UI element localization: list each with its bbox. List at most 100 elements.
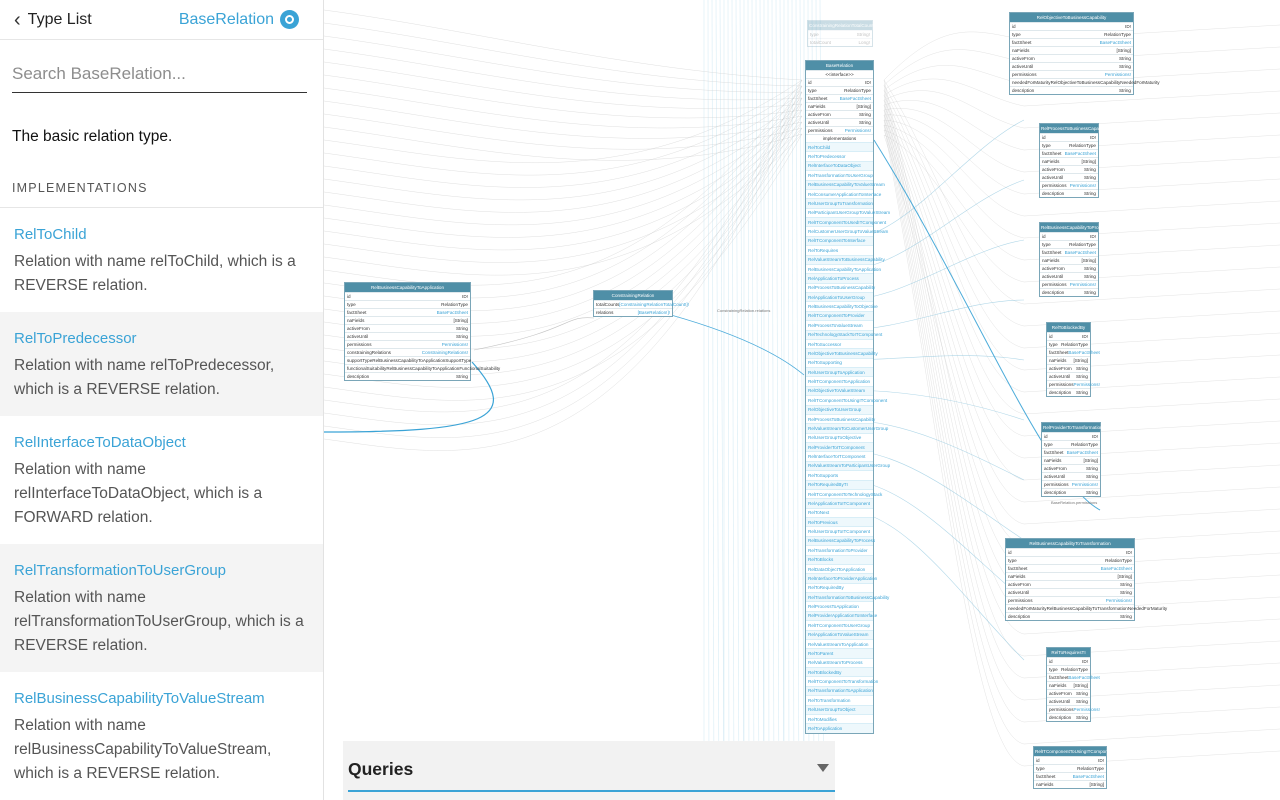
implementation-row[interactable]: RelValueStreamToProcess (806, 657, 873, 667)
implementation-row[interactable]: RelUserGroupToITComponent (806, 526, 873, 535)
implementation-row[interactable]: RelTechnologyStackToITComponent (806, 329, 882, 339)
current-type-breadcrumb[interactable]: BaseRelation (179, 10, 299, 29)
implementation-row[interactable]: RelToSupports (806, 470, 873, 479)
implementation-row[interactable]: RelValueStreamToCustomerUserGroup (806, 423, 888, 433)
implementation-row[interactable]: RelITComponentToUsedITComponent (806, 217, 886, 227)
implementation-row[interactable]: RelTransformationToUserGroup (806, 170, 873, 179)
node-field-row: naFields [String] (1034, 780, 1106, 788)
implementation-link[interactable]: RelBusinessCapabilityToValueStream (14, 690, 311, 707)
implementation-row[interactable]: RelApplicationToUserGroup (806, 292, 873, 302)
implementation-row[interactable]: RelConsumerApplicationToInterface (806, 188, 881, 198)
implementation-row[interactable]: RelDataObjectToApplication (806, 563, 873, 573)
implementation-row[interactable]: RelITComponentToTransformation (806, 676, 878, 685)
implementation-row[interactable]: RelInterfaceToProviderApplication (806, 573, 877, 583)
field-type: String (1085, 474, 1098, 479)
implementation-row[interactable]: RelBusinessCapabilityToProcess (806, 535, 875, 546)
implementation-row[interactable]: RelValueStreamToBusinessCapability (806, 254, 885, 264)
implementation-row[interactable]: RelValueStreamToApplication (806, 638, 873, 648)
implementation-link[interactable]: RelToPredecessor (14, 330, 311, 347)
implementation-row[interactable]: RelToPrevious (806, 517, 873, 527)
implementation-row[interactable]: RelParticipantUserGroupToValueStream (806, 207, 890, 217)
implementation-row[interactable]: RelToModifies (806, 713, 873, 723)
implementation-row[interactable]: RelBusinessCapabilityToApplication (806, 263, 881, 273)
schema-graph-canvas[interactable]: BaseRelation <<interface>> id ID! type Relati… (324, 0, 1280, 800)
implementation-link[interactable]: RelToChild (14, 226, 311, 243)
constraining-relation-node[interactable]: ConstrainingRelation totalCounts [Constrai… (593, 290, 689, 317)
back-to-type-list-link[interactable]: ‹ Type List (14, 10, 92, 30)
implementation-row[interactable]: RelBusinessCapabilityToValueStream (806, 179, 885, 189)
implementation-row[interactable]: RelApplicationToProcess (806, 273, 873, 283)
implementation-row[interactable]: RelToNext (806, 507, 873, 517)
implementation-row[interactable]: RelProviderApplicationToInterface (806, 610, 877, 621)
implementation-row[interactable]: RelToApplication (806, 723, 873, 733)
right-relation-node[interactable]: RelToBlockedBy id ID! type RelationType factS… (1046, 322, 1100, 397)
implementation-row[interactable]: RelToBlocks (806, 554, 873, 564)
base-relation-node[interactable]: BaseRelation <<interface>> id ID! type Relati… (805, 60, 890, 734)
implementation-row[interactable]: RelUserGroupToTransformation (806, 198, 873, 208)
field-type: String (1075, 691, 1088, 696)
right-relation-node[interactable]: RelToRequiresTI id ID! type RelationType fact… (1046, 647, 1100, 722)
edge-line (324, 61, 803, 109)
caret-down-icon[interactable] (817, 764, 829, 772)
implementation-row[interactable]: RelBusinessCapabilityToObjective (806, 301, 878, 310)
right-relation-node[interactable]: RelBusinessCapabilityToTransformation id I… (1005, 538, 1167, 621)
implementation-link[interactable]: RelTransformationToUserGroup (14, 562, 311, 579)
implementation-row[interactable]: RelITComponentToUserGroup (806, 620, 873, 629)
right-relation-node[interactable]: RelProcessToBusinessCapability id ID! type R… (1039, 123, 1108, 198)
implementation-row[interactable]: RelCustomerUserGroupToValueStream (806, 226, 888, 235)
implementation-row[interactable]: RelProviderToITComponent (806, 442, 873, 452)
implementation-row[interactable]: RelToBlockedBy (806, 667, 873, 677)
right-relation-node[interactable]: RelITComponentToUsingITComponent id ID! typ… (1033, 746, 1114, 789)
implementation-row[interactable]: RelUserGroupToObject (806, 704, 873, 714)
implementation-row[interactable]: RelToSuccessor (806, 338, 873, 348)
implementation-row[interactable]: RelObjectiveToUserGroup (806, 404, 873, 414)
implementation-row[interactable]: RelToRequiredByTI (806, 479, 873, 489)
implementation-row[interactable]: RelObjectiveToValueStream (806, 385, 873, 396)
implementation-row[interactable]: RelToSupporting (806, 357, 873, 367)
edge-line (324, 127, 803, 263)
implementation-row[interactable]: RelToPredecessor (806, 151, 873, 160)
implementation-row[interactable]: RelApplicationToITComponent (806, 498, 873, 508)
implementation-row[interactable]: RelToTransformation (806, 695, 873, 704)
implementation-row[interactable]: RelProcessToValueStream (806, 320, 873, 329)
field-type: BaseFactSheet (1068, 675, 1100, 680)
queries-panel[interactable]: Queries (343, 741, 835, 800)
implementation-row[interactable]: RelToChild (806, 142, 873, 152)
implementation-row[interactable]: RelTransformationToProvider (806, 545, 873, 554)
implementation-row[interactable]: RelITComponentToApplication (806, 376, 873, 385)
implementation-row[interactable]: RelITComponentToUsingITComponent (806, 395, 887, 404)
implementation-row[interactable]: RelToRequires (806, 245, 873, 254)
edge-line (324, 85, 803, 299)
implementation-row[interactable]: RelUserGroupToApplication (806, 367, 873, 377)
implementation-row[interactable]: RelInterfaceToITComponent (806, 451, 873, 460)
implementation-link[interactable]: RelInterfaceToDataObject (14, 434, 311, 451)
right-relation-node[interactable]: RelObjectiveToBusinessCapability id ID! typ… (1009, 12, 1160, 95)
right-relation-node[interactable]: RelBusinessCapabilityToProcess id ID! type R… (1039, 222, 1108, 297)
field-type: RelBusinessCapabilityToApplicationSuppor… (372, 358, 472, 363)
implementation-row[interactable]: RelToParent (806, 648, 873, 658)
implementation-row[interactable]: RelValueStreamToParticipantUserGroup (806, 460, 890, 471)
implementation-row[interactable]: RelProcessToBusinessCapability (806, 413, 875, 423)
implementation-row[interactable]: RelTransformationToBusinessCapability (806, 592, 889, 602)
implementation-row[interactable]: RelITComponentToProvider (806, 310, 873, 321)
node-field-row: description String (1047, 388, 1090, 396)
implementation-row[interactable]: RelApplicationToValueStream (806, 629, 873, 639)
left-relation-node[interactable]: RelBusinessCapabilityToApplication id ID! t… (344, 282, 500, 381)
edge-line (324, 79, 803, 163)
implementation-row[interactable]: RelTransformationToApplication (806, 685, 873, 696)
implementation-row[interactable]: RelObjectiveToBusinessCapability (806, 348, 878, 358)
right-relation-node[interactable]: RelProviderToTransformation id ID! type Rela… (1041, 422, 1103, 497)
implementation-row[interactable]: RelProcessToBusinessCapability (806, 282, 875, 292)
node-field-row: naFields [String] (345, 316, 470, 324)
implementation-row[interactable]: RelUserGroupToObjective (806, 432, 873, 442)
edge-line (715, 0, 720, 800)
implementation-row[interactable]: RelProcessToApplication (806, 601, 873, 610)
implementation-row[interactable]: RelToRequiredBy (806, 582, 873, 592)
field-name: factSheet (1049, 675, 1069, 680)
total-count-node[interactable]: ConstrainingRelationTotalCount type String… (807, 20, 874, 47)
field-name: type (1049, 342, 1058, 347)
implementation-row[interactable]: RelInterfaceToDataObject (806, 160, 873, 171)
implementation-row[interactable]: RelITComponentToTechnologyStack (806, 488, 882, 498)
implementation-row[interactable]: RelITComponentToInterface (806, 235, 873, 246)
search-input[interactable] (12, 60, 307, 88)
